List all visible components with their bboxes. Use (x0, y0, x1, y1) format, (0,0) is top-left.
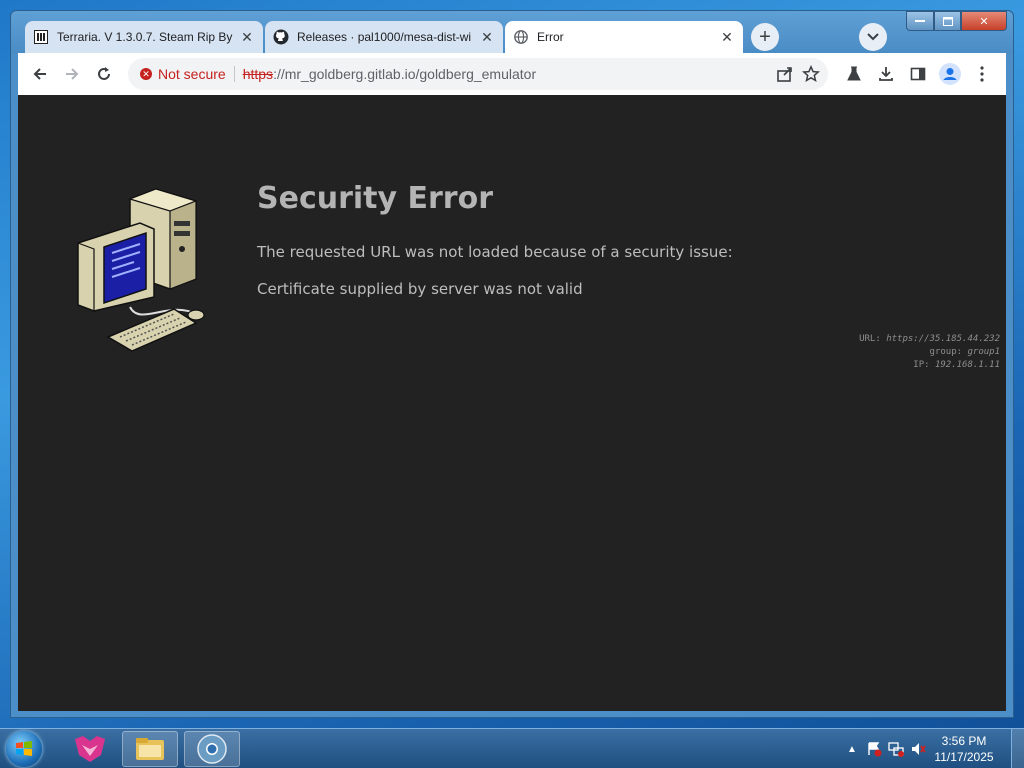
error-message: The requested URL was not loaded because… (257, 243, 733, 261)
volume-muted-icon[interactable] (907, 738, 929, 760)
browser-icon (197, 734, 227, 764)
triangle-up-icon: ▲ (847, 743, 857, 755)
folder-icon (136, 738, 164, 760)
tab-terraria[interactable]: Terraria. V 1.3.0.7. Steam Rip By ✕ (25, 21, 263, 53)
reload-icon (98, 67, 110, 80)
minimize-button[interactable] (906, 11, 934, 31)
address-bar[interactable]: ✕ Not secure https://mr_goldberg.gitlab.… (128, 58, 828, 90)
more-vert-icon (980, 66, 984, 82)
globe-icon (513, 29, 529, 45)
share-icon[interactable] (776, 65, 794, 83)
security-indicator[interactable]: ✕ Not secure (128, 66, 234, 82)
start-button[interactable] (6, 731, 42, 767)
meta-ip-value: 192.168.1.11 (934, 360, 1000, 370)
browser-window: Terraria. V 1.3.0.7. Steam Rip By ✕ Rele… (10, 10, 1014, 718)
request-metadata: URL: https://35.185.44.232 group: group1… (859, 333, 1000, 372)
restore-icon (942, 16, 953, 26)
clock-time: 3:56 PM (941, 734, 987, 748)
url-scheme: https (242, 66, 274, 82)
system-tray: ▲ 3:56 PM 11/17/2025 (841, 729, 1024, 768)
meta-url-value: https://35.185.44.232 (886, 334, 1000, 344)
meta-url-row: URL: https://35.185.44.232 (859, 333, 1000, 346)
star-icon[interactable] (802, 65, 820, 83)
tab-title: Error (537, 30, 564, 44)
forward-arrow-icon (66, 68, 79, 80)
avatar-icon (939, 63, 961, 85)
close-icon[interactable]: ✕ (479, 29, 495, 45)
taskbar-chrome[interactable] (184, 731, 240, 767)
plus-icon: + (759, 25, 771, 48)
side-panel-icon (910, 67, 926, 81)
back-arrow-icon (33, 68, 46, 80)
error-detail: Certificate supplied by server was not v… (257, 280, 583, 298)
meta-ip-label: IP: (913, 360, 930, 370)
divider (233, 66, 235, 82)
tab-title: Releases · pal1000/mesa-dist-wi (297, 30, 472, 44)
reload-button[interactable] (88, 58, 120, 90)
github-icon (273, 29, 289, 45)
forward-button[interactable] (56, 58, 88, 90)
browser-toolbar: ✕ Not secure https://mr_goldberg.gitlab.… (18, 53, 1006, 95)
chevron-down-icon (867, 33, 879, 41)
meta-url-label: URL: (859, 334, 881, 344)
tab-error[interactable]: Error ✕ (505, 21, 743, 53)
download-icon (879, 67, 893, 81)
terraria-icon (33, 29, 49, 45)
flask-icon (847, 66, 861, 81)
downloads-button[interactable] (870, 58, 902, 90)
tab-title: Terraria. V 1.3.0.7. Steam Rip By (57, 30, 233, 44)
page-title: Security Error (257, 181, 494, 216)
close-icon[interactable]: ✕ (239, 29, 255, 45)
tab-releases[interactable]: Releases · pal1000/mesa-dist-wi ✕ (265, 21, 503, 53)
side-panel-button[interactable] (902, 58, 934, 90)
taskbar: ▲ 3:56 PM 11/17/2025 (0, 728, 1024, 768)
clock-date: 11/17/2025 (934, 750, 994, 764)
new-tab-button[interactable]: + (751, 23, 779, 51)
profile-button[interactable] (934, 58, 966, 90)
url-path: ://mr_goldberg.gitlab.io/goldberg_emulat… (273, 66, 537, 82)
window-controls: ✕ (906, 11, 1007, 31)
clock[interactable]: 3:56 PM 11/17/2025 (929, 733, 999, 765)
close-window-button[interactable]: ✕ (961, 11, 1007, 31)
taskbar-file-explorer[interactable] (122, 731, 178, 767)
show-desktop-button[interactable] (1011, 729, 1024, 768)
meta-group-value: group1 (967, 347, 1000, 357)
back-button[interactable] (24, 58, 56, 90)
tab-search-button[interactable] (859, 23, 887, 51)
close-icon: ✕ (979, 15, 989, 28)
network-icon[interactable] (885, 738, 907, 760)
computer-illustration (77, 188, 205, 352)
app-logo-icon (75, 736, 105, 762)
menu-button[interactable] (966, 58, 998, 90)
windows-logo-icon (16, 741, 32, 756)
meta-group-row: group: group1 (859, 346, 1000, 359)
security-label: Not secure (158, 66, 226, 82)
tab-strip: Terraria. V 1.3.0.7. Steam Rip By ✕ Rele… (11, 11, 1013, 53)
minimize-icon (915, 20, 925, 22)
close-icon[interactable]: ✕ (719, 29, 735, 45)
action-center-icon[interactable] (863, 738, 885, 760)
taskbar-app-pinned[interactable] (62, 731, 118, 767)
meta-ip-row: IP: 192.168.1.11 (859, 359, 1000, 372)
url-text[interactable]: https://mr_goldberg.gitlab.io/goldberg_e… (243, 66, 536, 82)
labs-button[interactable] (838, 58, 870, 90)
show-hidden-icons[interactable]: ▲ (841, 738, 863, 760)
meta-group-label: group: (929, 347, 963, 357)
page-content: Security Error The requested URL was not… (18, 95, 1006, 711)
maximize-button[interactable] (934, 11, 961, 31)
warning-icon: ✕ (140, 68, 152, 80)
